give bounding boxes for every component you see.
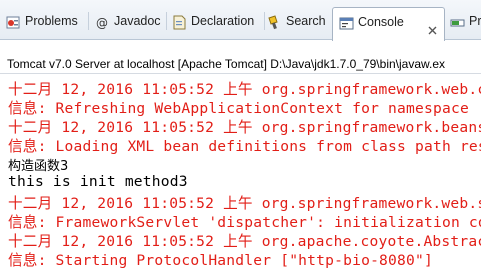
close-icon[interactable] — [428, 18, 437, 44]
tab-declaration[interactable]: Declaration — [172, 8, 262, 34]
tab-label: Problems — [25, 14, 78, 28]
console-line: 信息: FrameworkServlet 'dispatcher': initi… — [8, 214, 481, 231]
tab-label: Declaration — [191, 14, 255, 28]
console-line: this is init method3 — [8, 173, 188, 190]
declaration-icon — [172, 13, 187, 30]
console-process-title: Tomcat v7.0 Server at localhost [Apache … — [7, 57, 446, 71]
console-line: 信息: Refreshing WebApplicationContext for… — [8, 100, 481, 117]
console-divider — [0, 73, 481, 74]
tab-search[interactable]: Search — [267, 8, 329, 34]
tab-console[interactable]: Console — [332, 7, 445, 41]
console-line: 十二月 12, 2016 11:05:52 上午 org.springframe… — [8, 195, 481, 212]
view-tab-bar: Problems @ Javadoc Declaration Search Co… — [0, 0, 481, 41]
problems-icon — [6, 13, 21, 29]
console-line: 信息: Loading XML bean definitions from cl… — [8, 138, 481, 155]
tab-label: Progr — [469, 14, 481, 28]
at-sign-icon: @ — [95, 13, 110, 30]
tab-label: Javadoc — [114, 14, 161, 28]
console-line: 十二月 12, 2016 11:05:52 上午 org.apache.coyo… — [8, 233, 481, 250]
tab-javadoc[interactable]: @ Javadoc — [95, 8, 165, 34]
console-line: 十二月 12, 2016 11:05:52 上午 org.springframe… — [8, 119, 481, 136]
svg-text:@: @ — [96, 16, 108, 30]
tab-progress[interactable]: Progr — [450, 8, 481, 34]
progress-icon — [450, 13, 465, 28]
tab-label: Console — [358, 15, 404, 29]
search-flashlight-icon — [267, 13, 282, 30]
tab-separator — [166, 12, 167, 30]
console-icon — [339, 14, 354, 30]
tab-problems[interactable]: Problems — [6, 8, 88, 34]
tab-label: Search — [286, 14, 326, 28]
console-line: 十二月 12, 2016 11:05:52 上午 org.springframe… — [8, 81, 481, 98]
console-line: 信息: Starting ProtocolHandler ["http-bio-… — [8, 252, 433, 269]
tab-separator — [88, 12, 89, 30]
tab-separator — [264, 12, 265, 30]
console-line: 构造函数3 — [8, 159, 69, 174]
